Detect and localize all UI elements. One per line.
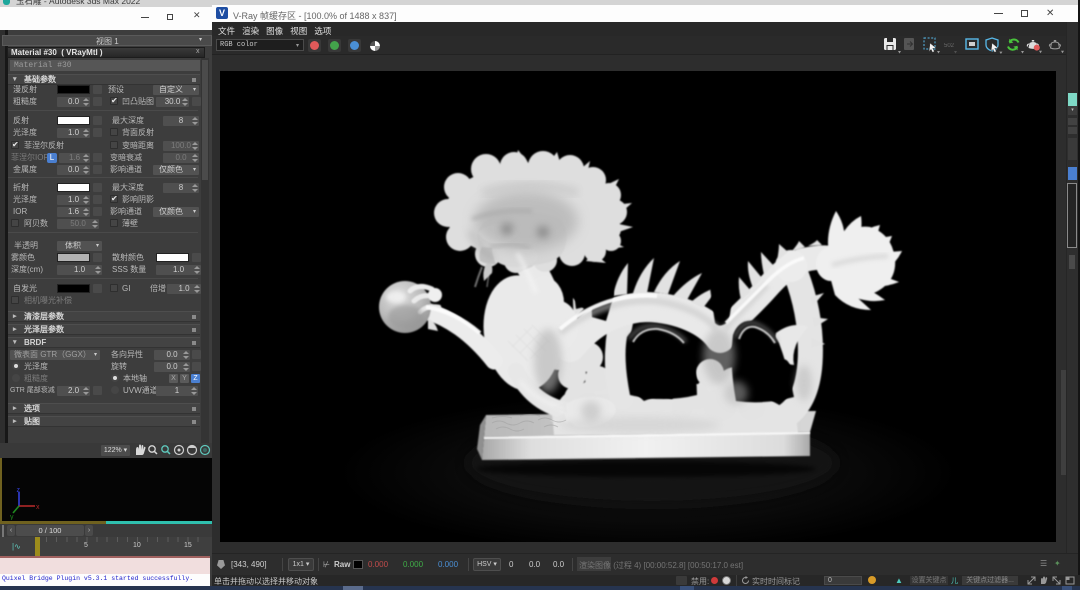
svg-text:502: 502 [944,43,955,49]
svg-text:y: y [10,514,14,520]
svg-text:x: x [36,504,40,511]
svg-text:z: z [17,488,21,494]
